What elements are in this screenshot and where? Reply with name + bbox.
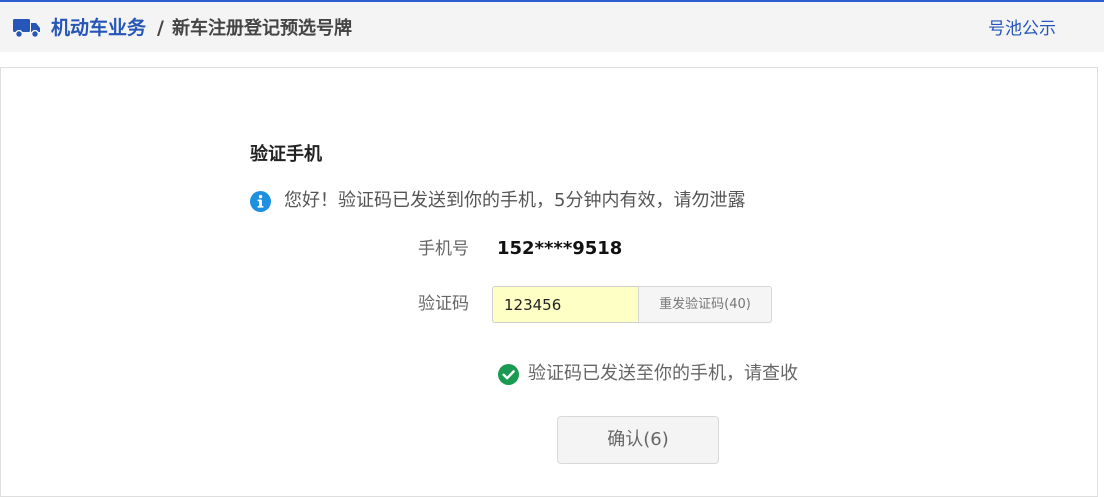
breadcrumb-current: 新车注册登记预选号牌 [172, 18, 352, 39]
verification-code-input[interactable] [492, 286, 639, 323]
pool-notice-link[interactable]: 号池公示 [988, 16, 1056, 42]
success-message: 验证码已发送至你的手机，请查收 [528, 363, 798, 384]
header-bar: 机动车业务 / 新车注册登记预选号牌 号池公示 [0, 2, 1104, 52]
breadcrumb-separator: / [157, 17, 164, 39]
form-title: 验证手机 [250, 144, 322, 165]
phone-value: 152****9518 [497, 238, 623, 259]
breadcrumb-main[interactable]: 机动车业务 [51, 15, 146, 41]
code-label: 验证码 [418, 294, 469, 314]
phone-label: 手机号 [418, 239, 469, 259]
resend-code-button[interactable]: 重发验证码(40) [638, 286, 772, 323]
info-message: 您好！验证码已发送到你的手机，5分钟内有效，请勿泄露 [284, 190, 746, 211]
confirm-button[interactable]: 确认(6) [557, 416, 719, 464]
verify-panel [0, 67, 1098, 497]
